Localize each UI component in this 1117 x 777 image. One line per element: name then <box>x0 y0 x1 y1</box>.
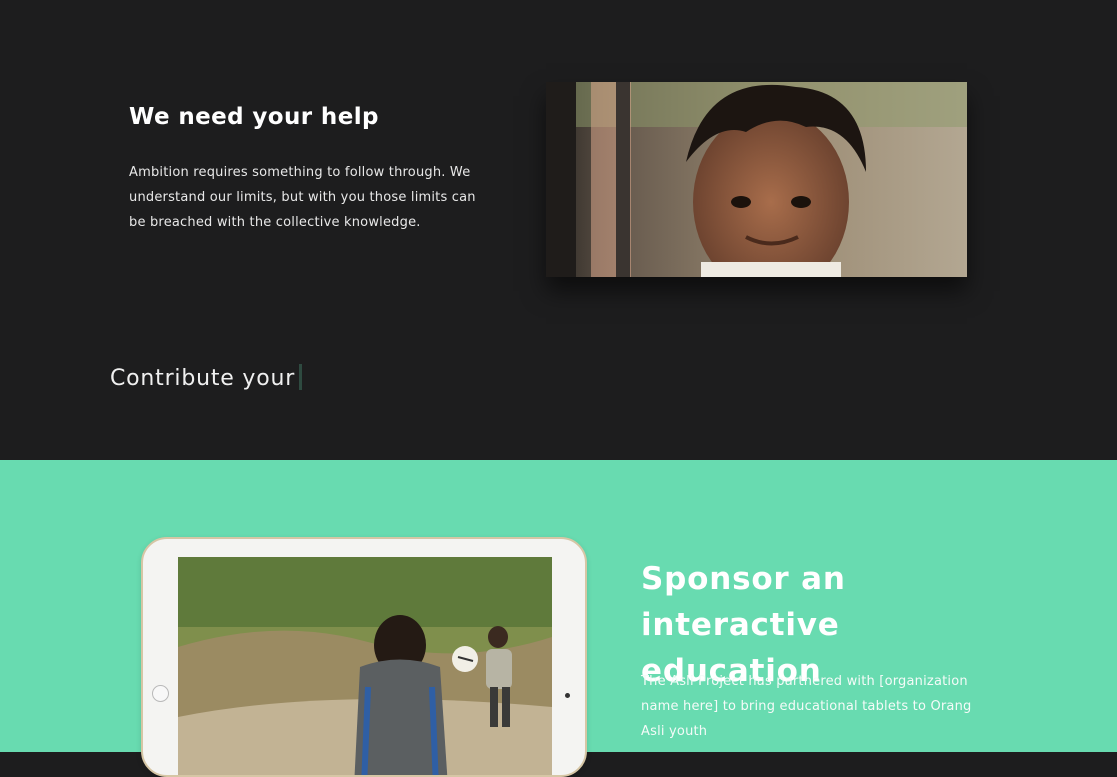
tablet-home-button-icon <box>152 685 169 702</box>
contribute-text: Contribute your <box>110 366 296 391</box>
tablet-camera-icon <box>565 693 570 698</box>
contribute-typewriter: Contribute your <box>110 364 303 391</box>
tablet-mockup <box>141 537 587 777</box>
help-description: Ambition requires something to follow th… <box>129 165 476 230</box>
help-title: We need your help <box>129 104 379 130</box>
sponsor-description: The Asli Project has partnered with [org… <box>641 674 972 739</box>
smiling-child-photo <box>546 82 967 277</box>
typing-cursor <box>299 364 303 390</box>
help-section: We need your help Ambition requires some… <box>0 0 1117 460</box>
kids-playing-photo <box>178 557 552 775</box>
